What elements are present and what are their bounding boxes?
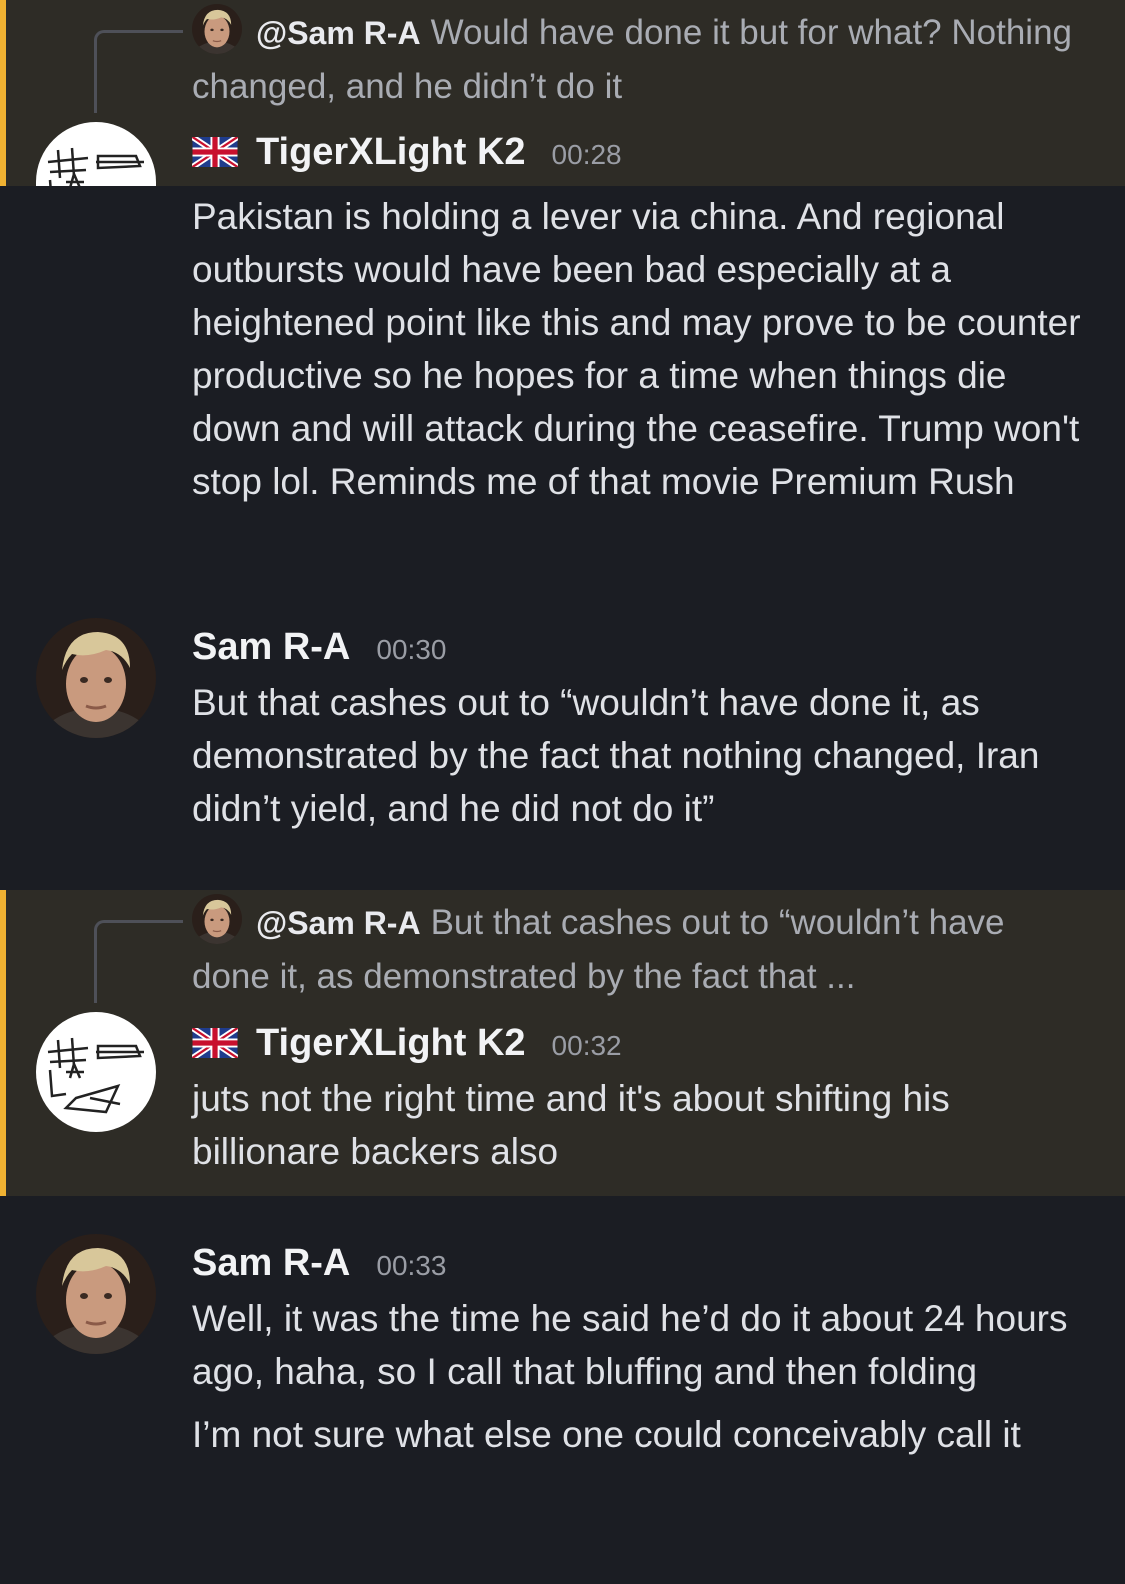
reply-connector xyxy=(94,30,183,113)
timestamp: 00:32 xyxy=(551,1030,622,1061)
message-text: But that cashes out to “wouldn’t have do… xyxy=(192,682,1040,829)
message-tigerxlight-0028[interactable]: @Sam R-A Would have done it but for what?… xyxy=(0,0,1125,186)
author-name[interactable]: TigerXLight K2 xyxy=(256,131,526,174)
message-header: Sam R-A 00:33 xyxy=(192,1238,446,1288)
message-header: TigerXLight K2 00:32 xyxy=(192,1018,622,1068)
timestamp: 00:33 xyxy=(376,1250,447,1281)
timestamp: 00:28 xyxy=(551,139,622,170)
message-tigerxlight-0032[interactable]: @Sam R-A But that cashes out to “wouldn’t… xyxy=(0,890,1125,1196)
reply-preview[interactable]: @Sam R-A But that cashes out to “wouldn’t… xyxy=(192,894,1085,1003)
author-name[interactable]: Sam R-A xyxy=(192,1242,350,1285)
reply-connector xyxy=(94,920,183,1003)
uk-flag-icon xyxy=(192,137,238,167)
sam-avatar[interactable] xyxy=(36,1234,156,1354)
timestamp: 00:30 xyxy=(376,634,447,665)
message-header: TigerXLight K2 00:28 xyxy=(192,127,622,177)
sam-avatar[interactable] xyxy=(36,618,156,738)
tigerxlight-avatar[interactable] xyxy=(36,1012,156,1132)
message-sam-0033[interactable]: Sam R-A 00:33 Well, it was the time he s… xyxy=(0,1234,1125,1574)
message-sam-0030[interactable]: Sam R-A 00:30 But that cashes out to “wo… xyxy=(0,618,1125,858)
author-name[interactable]: TigerXLight K2 xyxy=(256,1022,526,1065)
message-header: Sam R-A 00:30 xyxy=(192,622,446,672)
reply-avatar-icon xyxy=(192,4,242,54)
message-text: Pakistan is holding a lever via china. A… xyxy=(192,196,1081,502)
reply-author[interactable]: @Sam R-A xyxy=(256,15,421,51)
author-name[interactable]: Sam R-A xyxy=(192,626,350,669)
tigerxlight-avatar[interactable] xyxy=(36,122,156,186)
message-text-line-2: I’m not sure what else one could conceiv… xyxy=(192,1414,1021,1455)
reply-author[interactable]: @Sam R-A xyxy=(256,905,421,941)
uk-flag-icon xyxy=(192,1028,238,1058)
reply-avatar-icon xyxy=(192,894,242,944)
message-text: juts not the right time and it's about s… xyxy=(192,1078,950,1172)
message-text: Well, it was the time he said he’d do it… xyxy=(192,1292,1095,1461)
reply-preview[interactable]: @Sam R-A Would have done it but for what?… xyxy=(192,4,1085,113)
